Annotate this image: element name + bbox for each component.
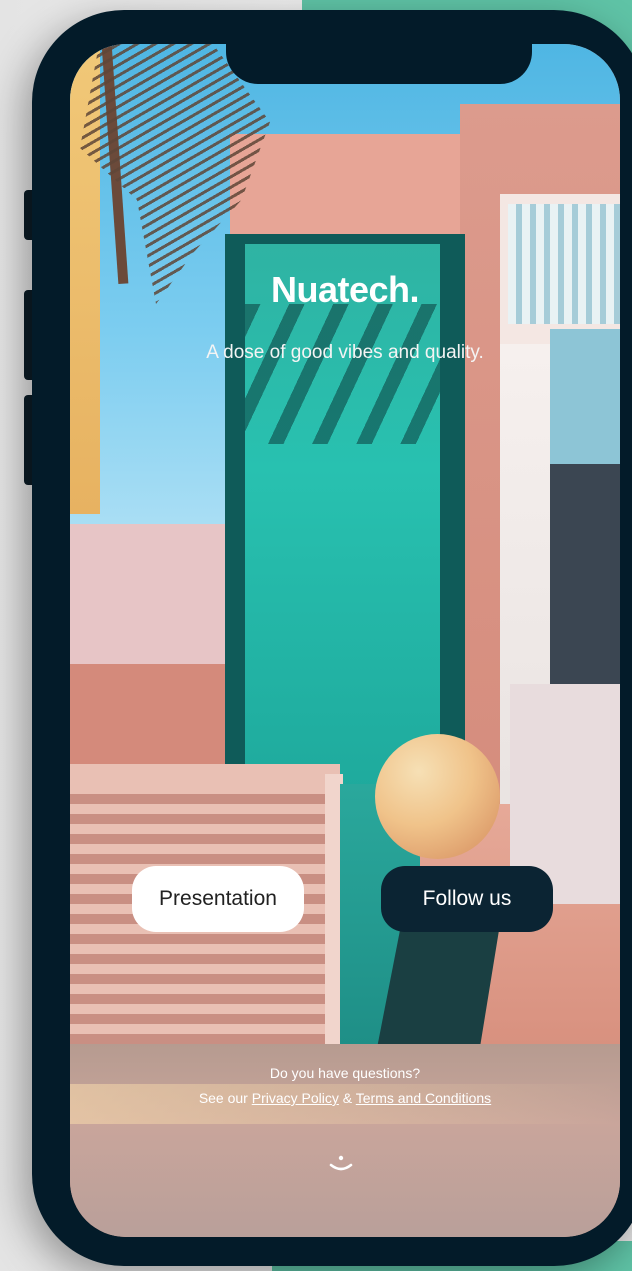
- phone-notch: [226, 10, 532, 84]
- presentation-button[interactable]: Presentation: [132, 866, 304, 932]
- phone-screen: Nuatech. A dose of good vibes and qualit…: [70, 44, 620, 1237]
- footer-ampersand: &: [342, 1090, 353, 1106]
- footer-see-our: See our: [198, 1090, 248, 1106]
- terms-link[interactable]: Terms and Conditions: [356, 1090, 491, 1106]
- follow-us-button-label: Follow us: [422, 887, 512, 910]
- brand-title: Nuatech.: [270, 269, 420, 310]
- follow-us-button[interactable]: Follow us: [381, 866, 553, 932]
- content-overlay: Nuatech. A dose of good vibes and qualit…: [70, 44, 620, 1237]
- privacy-policy-link[interactable]: Privacy Policy: [252, 1090, 339, 1106]
- smile-icon-graphic: [329, 1155, 353, 1171]
- smile-icon[interactable]: [327, 1154, 355, 1176]
- tagline: A dose of good vibes and quality.: [206, 342, 484, 363]
- footer-links: See our Privacy Policy & Terms and Condi…: [70, 1090, 620, 1106]
- footer-question: Do you have questions?: [269, 1065, 421, 1081]
- mockup-stage: Nuatech. A dose of good vibes and qualit…: [0, 0, 632, 1271]
- presentation-button-label: Presentation: [159, 887, 277, 910]
